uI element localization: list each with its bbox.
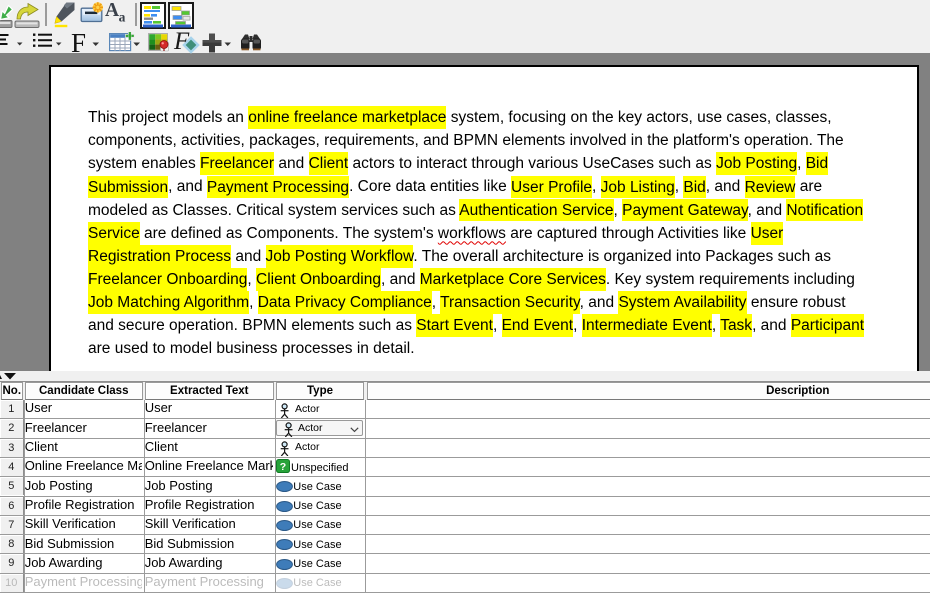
svg-text:?: ? bbox=[280, 461, 286, 473]
